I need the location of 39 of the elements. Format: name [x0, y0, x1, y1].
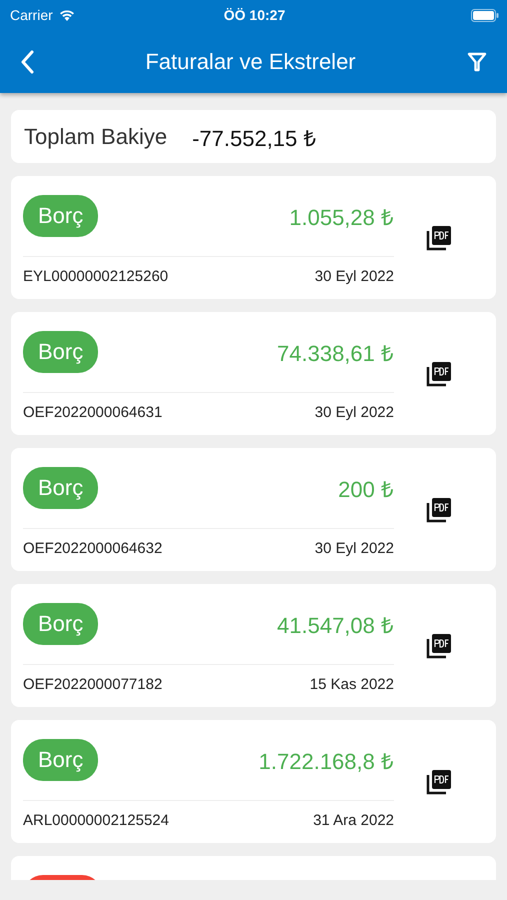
invoice-amount: 1.722.168,8 ₺	[258, 748, 394, 775]
invoice-card[interactable]: Borç 1.722.168,8 ₺ ARL00000002125524 31 Ara 2022	[11, 720, 496, 843]
invoice-card[interactable]: Borç 1.055,28 ₺ EYL00000002125260 30 Eyl 2022	[11, 176, 496, 299]
status-badge: Borç	[23, 603, 98, 645]
invoice-card[interactable]: Borç 74.338,61 ₺ OEF2022000064631 30 Eyl 2022	[11, 312, 496, 435]
screen-title: Faturalar ve Ekstreler	[145, 48, 356, 74]
invoice-number: OEF2022000064631	[23, 404, 162, 420]
invoice-amount: 200 ₺	[338, 476, 394, 503]
invoice-number: OEF2022000064632	[23, 540, 162, 556]
wifi-icon	[58, 9, 75, 21]
invoice-date: 30 Eyl 2022	[314, 404, 394, 420]
invoice-date: 30 Eyl 2022	[314, 540, 394, 556]
invoice-amount: 41.547,08 ₺	[277, 612, 394, 639]
status-badge: Borç	[23, 195, 98, 237]
status-badge: Borç	[23, 331, 98, 373]
balance-amount: -77.552,15 ₺	[192, 124, 316, 152]
carrier-label: Carrier	[10, 7, 53, 23]
pdf-icon[interactable]	[426, 632, 452, 658]
invoice-date: 31 Ara 2022	[313, 812, 394, 828]
invoice-card[interactable]: Borç 41.547,08 ₺ OEF2022000077182 15 Kas 2022	[11, 584, 496, 707]
invoice-date: 15 Kas 2022	[310, 676, 394, 692]
invoice-amount: 1.055,28 ₺	[289, 204, 394, 231]
invoice-number: OEF2022000077182	[23, 676, 162, 692]
filter-icon[interactable]	[466, 52, 487, 72]
clock-time: ÖÖ 10:27	[224, 7, 286, 23]
battery-icon	[470, 8, 499, 22]
pdf-icon[interactable]	[426, 360, 452, 386]
pdf-icon[interactable]	[426, 496, 452, 522]
invoice-number: ARL00000002125524	[23, 812, 169, 828]
invoice-number: EYL00000002125260	[23, 268, 168, 284]
pdf-icon[interactable]	[426, 768, 452, 794]
status-badge: Borç	[23, 467, 98, 509]
balance-label: Toplam Bakiye	[24, 124, 168, 150]
status-badge: Borç	[23, 739, 98, 781]
pdf-icon[interactable]	[426, 224, 452, 250]
invoice-card[interactable]: Borç 200 ₺ OEF2022000064632 30 Eyl 2022	[11, 448, 496, 571]
back-icon[interactable]	[20, 50, 34, 74]
invoice-date: 30 Eyl 2022	[314, 268, 394, 284]
invoice-amount: 74.338,61 ₺	[277, 340, 394, 367]
